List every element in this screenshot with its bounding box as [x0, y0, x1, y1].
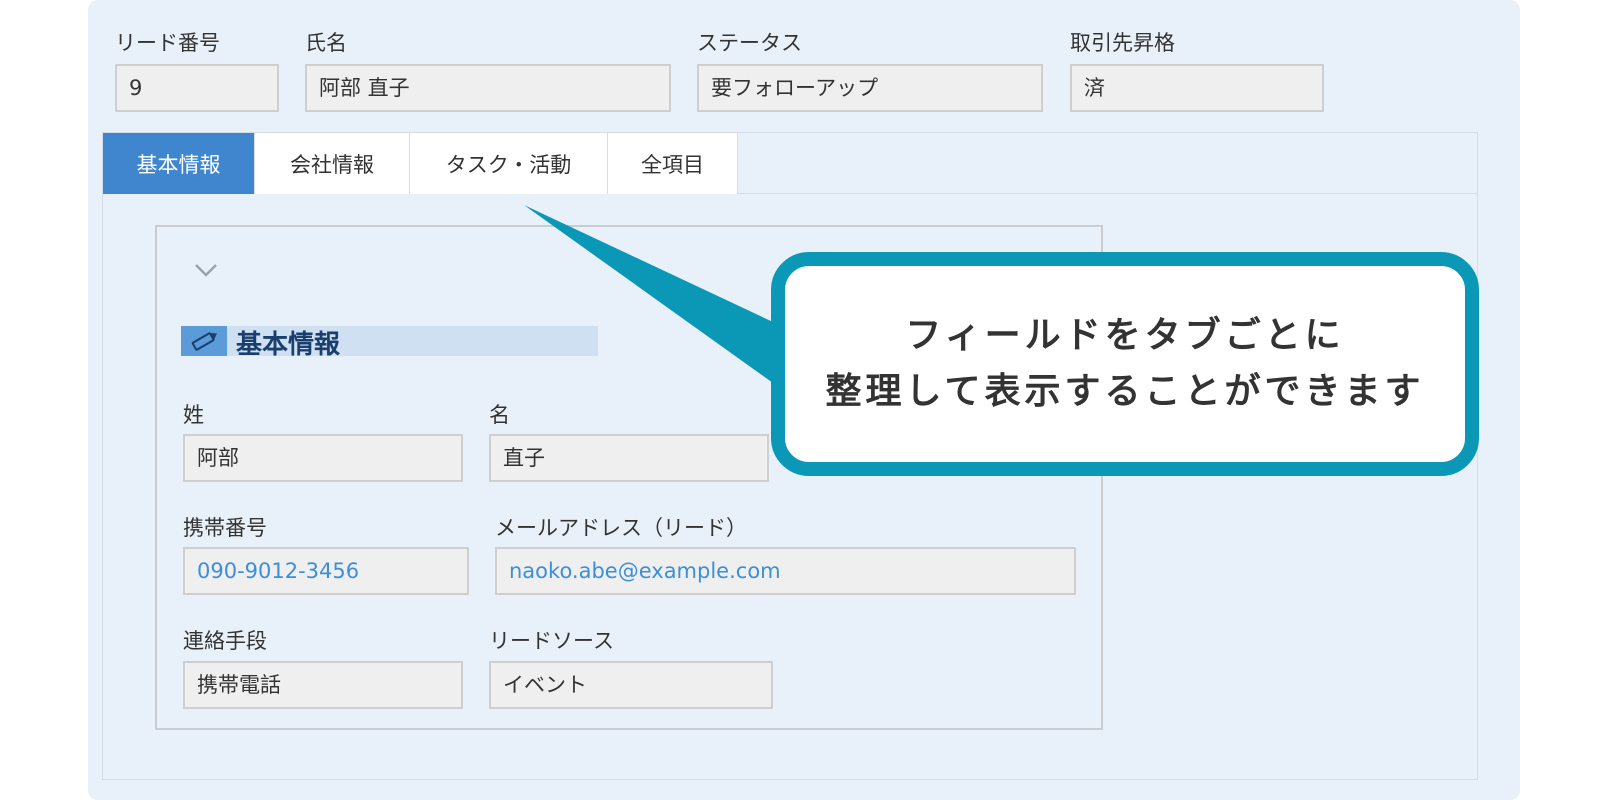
chevron-down-icon[interactable] [193, 262, 219, 278]
callout-bubble: フィールドをタブごとに 整理して表示することができます [771, 252, 1479, 476]
mobile-label: 携帯番号 [183, 516, 267, 540]
lead-source-field[interactable]: イベント [489, 661, 773, 709]
callout-text: フィールドをタブごとに 整理して表示することができます [826, 308, 1425, 420]
tab-tasks-activities[interactable]: タスク・活動 [410, 133, 608, 194]
first-name-label: 名 [489, 403, 510, 427]
pencil-icon [181, 326, 227, 356]
last-name-field[interactable]: 阿部 [183, 434, 463, 482]
first-name-field[interactable]: 直子 [489, 434, 769, 482]
callout-line-1: フィールドをタブごとに [905, 315, 1345, 356]
contact-method-field[interactable]: 携帯電話 [183, 661, 463, 709]
last-name-label: 姓 [183, 403, 204, 427]
lead-number-field[interactable]: 9 [115, 64, 279, 112]
status-label: ステータス [697, 31, 802, 55]
promotion-field[interactable]: 済 [1070, 64, 1324, 112]
tab-company-info[interactable]: 会社情報 [255, 133, 410, 194]
email-field[interactable]: naoko.abe@example.com [495, 547, 1076, 595]
mobile-field[interactable]: 090-9012-3456 [183, 547, 469, 595]
full-name-field[interactable]: 阿部 直子 [305, 64, 671, 112]
full-name-label: 氏名 [305, 31, 347, 55]
section-title: 基本情報 [236, 330, 341, 360]
email-label: メールアドレス（リード） [495, 516, 747, 540]
callout-line-2: 整理して表示することができます [825, 371, 1425, 412]
lead-number-label: リード番号 [115, 31, 220, 55]
status-field[interactable]: 要フォローアップ [697, 64, 1043, 112]
promotion-label: 取引先昇格 [1070, 31, 1175, 55]
lead-source-label: リードソース [489, 629, 614, 653]
contact-method-label: 連絡手段 [183, 629, 267, 653]
tab-all-fields[interactable]: 全項目 [608, 133, 738, 194]
tab-basic-info[interactable]: 基本情報 [103, 133, 255, 194]
